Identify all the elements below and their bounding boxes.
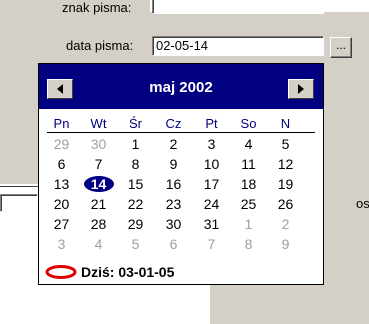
- day-cell[interactable]: 28: [80, 216, 117, 232]
- month-title: maj 2002: [149, 79, 213, 96]
- weekday-label: Cz: [165, 116, 182, 131]
- day-cell[interactable]: 29: [43, 136, 80, 152]
- day-cell[interactable]: 11: [230, 156, 267, 172]
- day-cell[interactable]: 21: [80, 196, 117, 212]
- day-cell[interactable]: 25: [230, 196, 267, 212]
- day-cell[interactable]: 12: [267, 156, 304, 172]
- calendar-header: maj 2002: [39, 64, 323, 109]
- prev-month-button[interactable]: [47, 79, 73, 99]
- day-cell[interactable]: 27: [43, 216, 80, 232]
- day-cell[interactable]: 1: [117, 136, 154, 152]
- divider: [0, 186, 40, 187]
- day-cell[interactable]: 8: [117, 156, 154, 172]
- znak-pisma-input[interactable]: [152, 0, 324, 14]
- day-cell[interactable]: 5: [267, 136, 304, 152]
- data-pisma-input[interactable]: 02-05-14: [152, 36, 324, 56]
- day-cell[interactable]: 5: [117, 236, 154, 252]
- day-cell[interactable]: 26: [267, 196, 304, 212]
- today-label: Dziś: 03-01-05: [81, 264, 175, 280]
- weekday-label: Śr: [129, 116, 142, 131]
- calendar-popup: maj 2002 Pn Wt Śr Cz Pt So N 29 30 1 2 3 4 5 6 7 8 9 10 11…: [38, 63, 324, 285]
- day-cell[interactable]: 13: [43, 176, 80, 192]
- weekday-divider: [47, 132, 315, 133]
- day-cell[interactable]: 7: [193, 236, 230, 252]
- day-cell[interactable]: 4: [80, 236, 117, 252]
- today-marker-icon: [45, 265, 77, 279]
- weekday-label: Pn: [53, 116, 70, 131]
- day-cell[interactable]: 20: [43, 196, 80, 212]
- weekday-label: Wt: [90, 116, 107, 131]
- day-cell[interactable]: 6: [43, 156, 80, 172]
- day-cell[interactable]: 4: [230, 136, 267, 152]
- znak-pisma-label: znak pisma:: [62, 0, 132, 15]
- day-cell[interactable]: 2: [267, 216, 304, 232]
- side-input[interactable]: [0, 194, 38, 212]
- day-cell[interactable]: 3: [43, 236, 80, 252]
- day-cell[interactable]: 9: [267, 236, 304, 252]
- day-cell[interactable]: 23: [155, 196, 192, 212]
- day-cell[interactable]: 2: [155, 136, 192, 152]
- day-cell[interactable]: 8: [230, 236, 267, 252]
- day-cell[interactable]: 24: [193, 196, 230, 212]
- day-cell[interactable]: 31: [193, 216, 230, 232]
- next-month-button[interactable]: [288, 79, 314, 99]
- day-cell[interactable]: 16: [155, 176, 192, 192]
- day-cell[interactable]: 15: [117, 176, 154, 192]
- weekday-label: N: [280, 116, 291, 131]
- data-pisma-label: data pisma:: [66, 38, 134, 53]
- day-cell[interactable]: 29: [117, 216, 154, 232]
- arrow-right-icon: [298, 84, 304, 94]
- day-cell[interactable]: 22: [117, 196, 154, 212]
- today-row[interactable]: Dziś: 03-01-05: [45, 264, 174, 280]
- day-cell[interactable]: 1: [230, 216, 267, 232]
- day-cell[interactable]: 7: [80, 156, 117, 172]
- day-cell[interactable]: 30: [80, 136, 117, 152]
- day-cell[interactable]: 17: [193, 176, 230, 192]
- weekday-label: Pt: [205, 116, 218, 131]
- day-cell[interactable]: 9: [155, 156, 192, 172]
- day-cell[interactable]: 3: [193, 136, 230, 152]
- side-label: os: [356, 196, 369, 211]
- arrow-left-icon: [57, 84, 63, 94]
- day-cell-selected[interactable]: 14: [80, 176, 117, 192]
- day-cell[interactable]: 30: [155, 216, 192, 232]
- date-picker-button[interactable]: ...: [330, 37, 352, 58]
- day-cell[interactable]: 6: [155, 236, 192, 252]
- weekday-label: So: [240, 116, 257, 131]
- day-cell[interactable]: 18: [230, 176, 267, 192]
- day-cell[interactable]: 19: [267, 176, 304, 192]
- day-cell[interactable]: 10: [193, 156, 230, 172]
